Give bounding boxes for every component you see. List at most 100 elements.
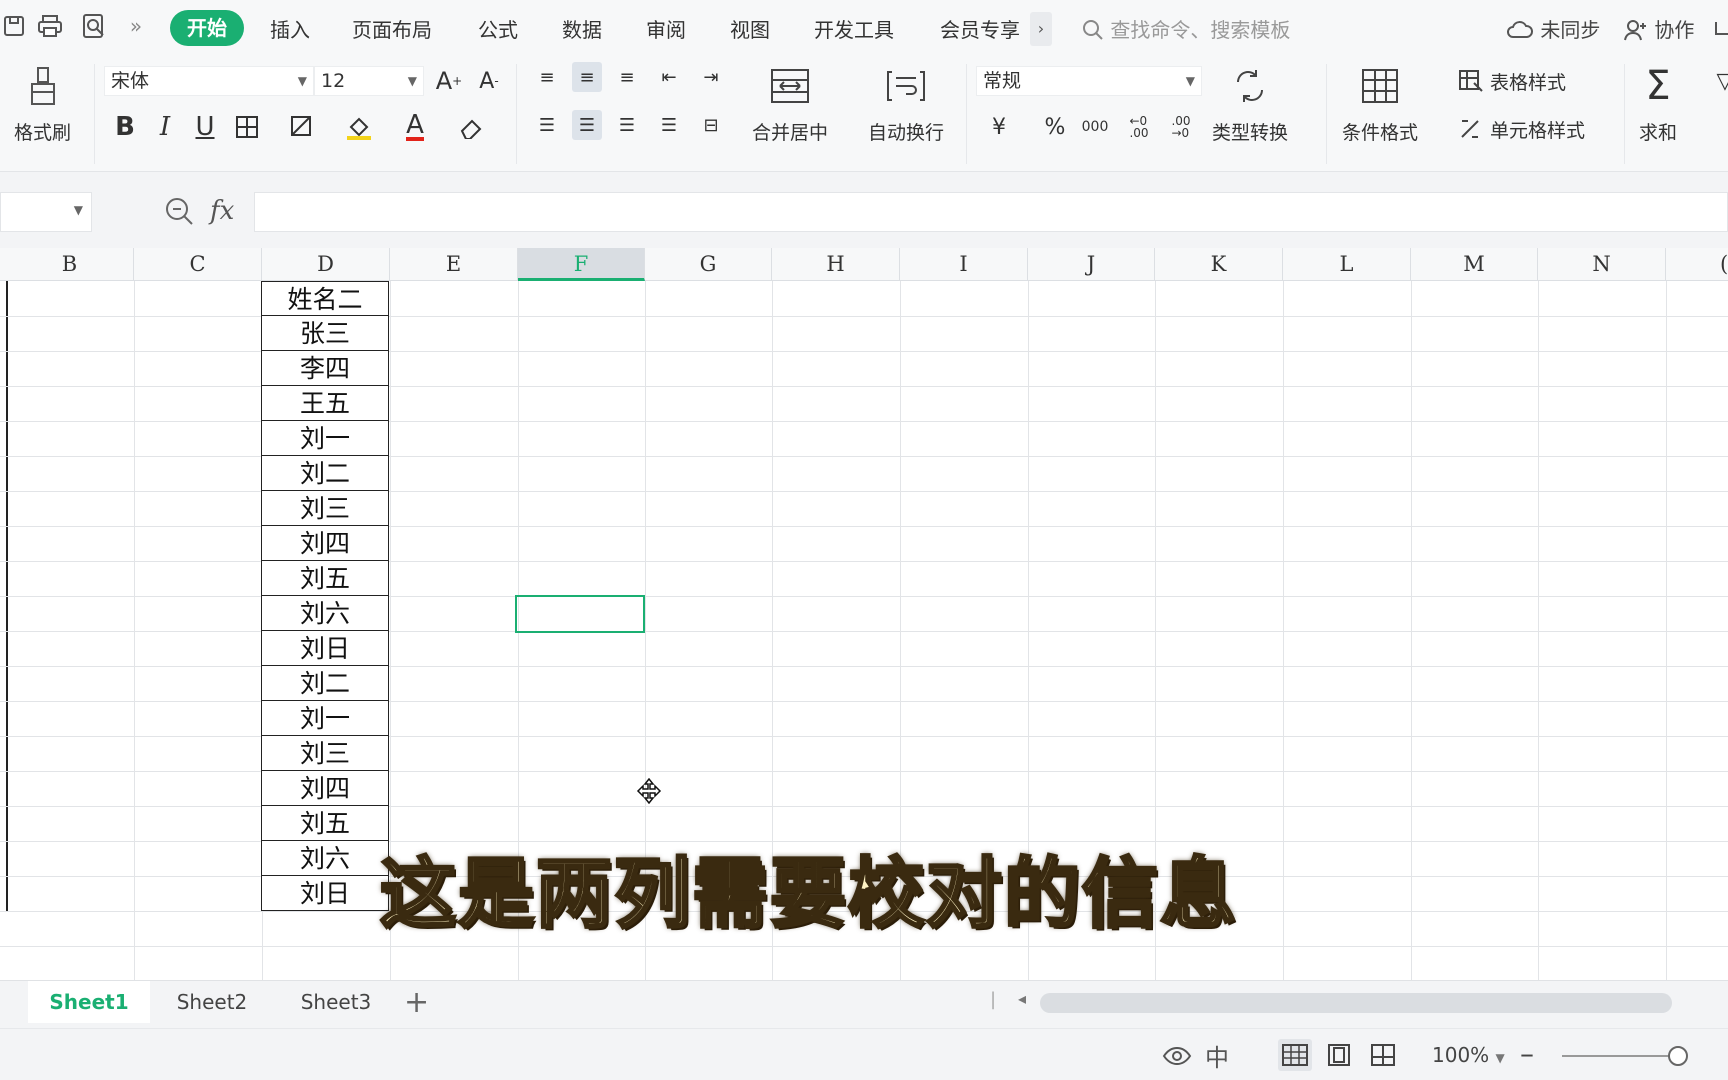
- column-header-m[interactable]: M: [1411, 248, 1538, 281]
- currency-icon[interactable]: ¥: [984, 112, 1014, 142]
- cell-d-16[interactable]: 刘五: [261, 806, 389, 841]
- cell-d-9[interactable]: 刘五: [261, 561, 389, 596]
- share-icon[interactable]: [1712, 14, 1728, 41]
- cell-d-6[interactable]: 刘二: [261, 456, 389, 491]
- center-cursor-icon[interactable]: 中: [1200, 1039, 1234, 1072]
- cell-shading-icon[interactable]: [288, 112, 318, 142]
- border-icon[interactable]: [232, 112, 262, 142]
- cell-d-15[interactable]: 刘四: [261, 771, 389, 806]
- tab-review[interactable]: 审阅: [646, 14, 686, 43]
- column-header-l[interactable]: L: [1283, 248, 1411, 281]
- font-increase-icon[interactable]: A +: [434, 66, 464, 96]
- zoom-slider-track[interactable]: [1562, 1055, 1680, 1057]
- column-header-b[interactable]: B: [6, 248, 134, 281]
- align-middle-icon[interactable]: ≡: [572, 62, 602, 92]
- cell-d-7[interactable]: 刘三: [261, 491, 389, 526]
- tab-insert[interactable]: 插入: [270, 14, 310, 43]
- column-header-g[interactable]: G: [645, 248, 772, 281]
- sum-button[interactable]: Σ 求和: [1636, 63, 1680, 145]
- column-header-i[interactable]: I: [900, 248, 1028, 281]
- cell-d-11[interactable]: 刘日: [261, 631, 389, 666]
- align-left-icon[interactable]: ☰: [532, 110, 562, 140]
- indent-increase-icon[interactable]: ⇥: [696, 62, 726, 92]
- sheet-tab-2[interactable]: Sheet2: [150, 981, 274, 1023]
- eye-protection-icon[interactable]: [1160, 1039, 1194, 1071]
- cell-d-5[interactable]: 刘一: [261, 421, 389, 456]
- cell-d-12[interactable]: 刘二: [261, 666, 389, 701]
- indent-decrease-icon[interactable]: ⇤: [654, 62, 684, 92]
- column-header-n[interactable]: N: [1538, 248, 1666, 281]
- cell-d-1[interactable]: 姓名二: [261, 281, 389, 316]
- distributed-align-icon[interactable]: ⊟: [696, 110, 726, 140]
- page-layout-view-icon[interactable]: [1322, 1039, 1356, 1071]
- italic-icon[interactable]: I: [150, 112, 180, 142]
- cell-d-4[interactable]: 王五: [261, 386, 389, 421]
- collaborate-button[interactable]: 协作: [1624, 14, 1694, 43]
- bold-icon[interactable]: B: [110, 112, 140, 142]
- format-painter-button[interactable]: 格式刷: [14, 64, 71, 145]
- fill-color-icon[interactable]: [344, 112, 374, 142]
- cell-d-14[interactable]: 刘三: [261, 736, 389, 771]
- add-sheet-icon[interactable]: +: [404, 985, 429, 1020]
- zoom-out-icon[interactable]: –: [1520, 1037, 1534, 1070]
- formula-input[interactable]: [254, 192, 1728, 232]
- name-box[interactable]: ▼: [0, 192, 92, 232]
- align-bottom-icon[interactable]: ≡: [612, 62, 642, 92]
- align-center-icon[interactable]: ☰: [572, 110, 602, 140]
- cell-d-8[interactable]: 刘四: [261, 526, 389, 561]
- more-quick-access-icon[interactable]: »: [122, 12, 150, 40]
- sync-status-button[interactable]: 未同步: [1506, 14, 1600, 43]
- align-top-icon[interactable]: ≡: [532, 62, 562, 92]
- column-header-d[interactable]: D: [262, 248, 390, 281]
- font-decrease-icon[interactable]: A-: [474, 66, 504, 96]
- cell-d-17[interactable]: 刘六: [261, 841, 389, 876]
- table-style-button[interactable]: 表格样式: [1458, 68, 1566, 95]
- tab-view[interactable]: 视图: [730, 14, 770, 43]
- eraser-icon[interactable]: [456, 112, 486, 142]
- wrap-text-button[interactable]: 自动换行: [868, 64, 944, 145]
- align-right-icon[interactable]: ☰: [612, 110, 642, 140]
- print-icon[interactable]: [36, 12, 64, 40]
- column-header-h[interactable]: H: [772, 248, 900, 281]
- font-name-select[interactable]: 宋体 ▼: [104, 66, 314, 96]
- column-header-c[interactable]: C: [134, 248, 262, 281]
- underline-icon[interactable]: U: [190, 112, 220, 142]
- fx-icon[interactable]: fx: [210, 196, 234, 226]
- type-convert-button[interactable]: 类型转换: [1212, 64, 1288, 145]
- tab-developer[interactable]: 开发工具: [814, 14, 894, 43]
- merge-center-button[interactable]: 合并居中: [752, 64, 828, 145]
- tab-data[interactable]: 数据: [562, 14, 602, 43]
- tab-member[interactable]: 会员专享: [940, 14, 1020, 43]
- column-header-k[interactable]: K: [1155, 248, 1283, 281]
- scroll-left-icon[interactable]: ◂: [1018, 989, 1026, 1008]
- menu-scroll-right-icon[interactable]: ›: [1030, 12, 1052, 46]
- zoom-slider-handle[interactable]: [1668, 1046, 1688, 1066]
- search-command-input[interactable]: 查找命令、搜索模板: [1082, 14, 1290, 43]
- column-header-o[interactable]: (: [1666, 248, 1728, 281]
- number-format-select[interactable]: 常规 ▼: [976, 66, 1202, 96]
- horizontal-scrollbar[interactable]: [1040, 993, 1672, 1013]
- cell-d-3[interactable]: 李四: [261, 351, 389, 386]
- active-cell-f10[interactable]: [515, 595, 645, 633]
- column-header-e[interactable]: E: [390, 248, 518, 281]
- print-preview-icon[interactable]: [80, 12, 108, 40]
- cell-d-2[interactable]: 张三: [261, 316, 389, 351]
- thousands-separator-icon[interactable]: 000: [1080, 112, 1110, 142]
- tab-split-handle[interactable]: |: [990, 989, 996, 1010]
- decrease-decimal-icon[interactable]: .00 →0: [1166, 112, 1196, 142]
- font-size-select[interactable]: 12 ▼: [314, 66, 424, 96]
- cell-d-13[interactable]: 刘一: [261, 701, 389, 736]
- tab-start[interactable]: 开始: [170, 10, 244, 46]
- filter-icon[interactable]: ▽: [1710, 66, 1728, 96]
- page-break-view-icon[interactable]: [1366, 1039, 1400, 1071]
- column-header-f[interactable]: F: [518, 248, 645, 281]
- sheet-tab-3[interactable]: Sheet3: [274, 981, 398, 1023]
- tab-page-layout[interactable]: 页面布局: [352, 14, 432, 43]
- zoom-formula-icon[interactable]: [164, 196, 194, 231]
- percent-icon[interactable]: %: [1040, 112, 1070, 142]
- justify-icon[interactable]: ☰: [654, 110, 684, 140]
- column-header-j[interactable]: J: [1028, 248, 1155, 281]
- font-color-icon[interactable]: A: [400, 112, 430, 142]
- cell-d-10[interactable]: 刘六: [261, 596, 389, 631]
- cell-d-18[interactable]: 刘日: [261, 876, 389, 911]
